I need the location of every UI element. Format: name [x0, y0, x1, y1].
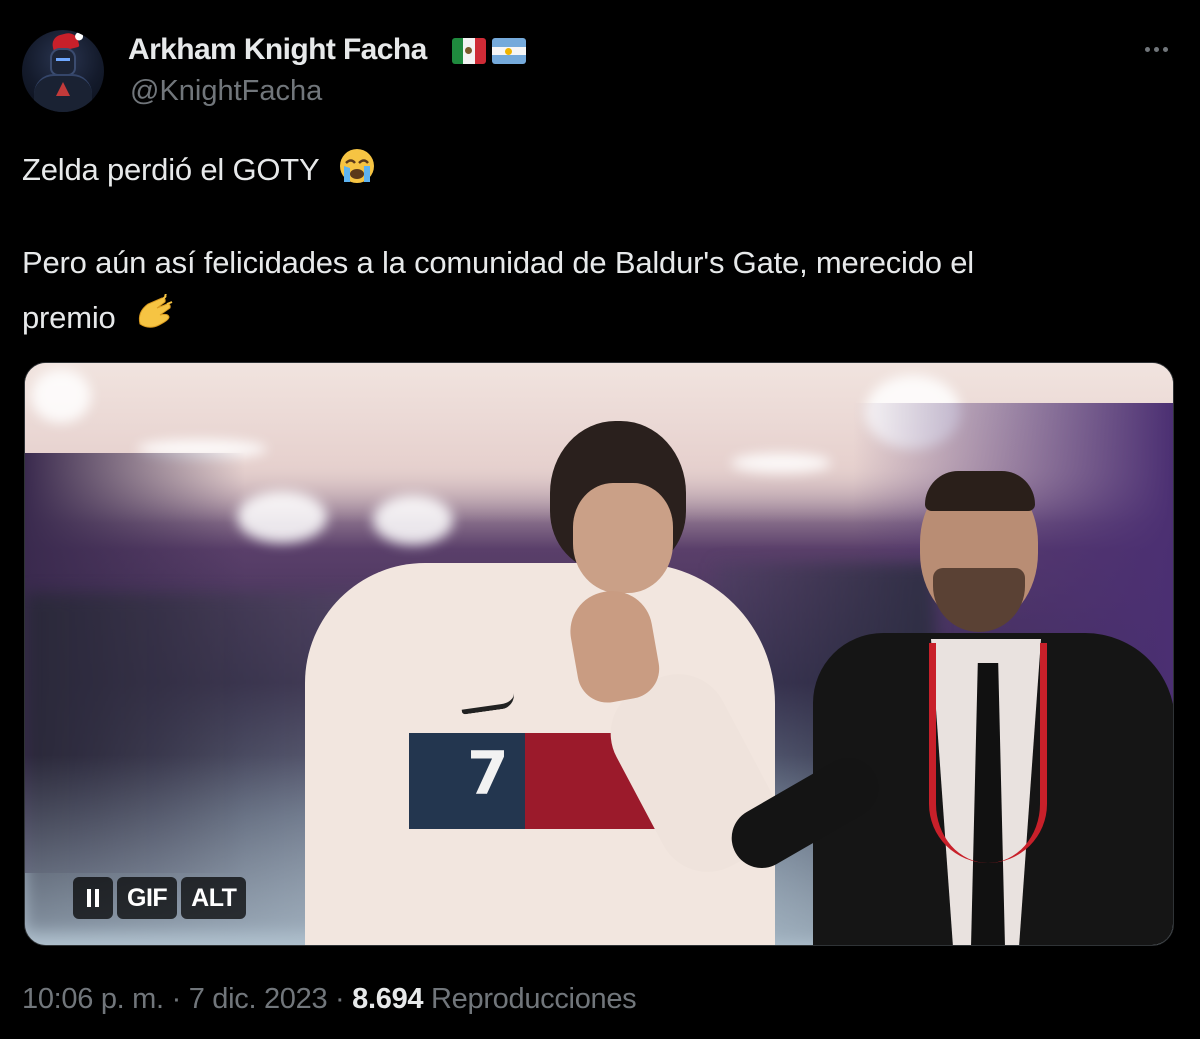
scene-light [31, 369, 91, 423]
tweet-time[interactable]: 10:06 p. m. [22, 983, 164, 1015]
scene-light [731, 453, 831, 473]
views-count: 8.694 [352, 983, 424, 1015]
tweet-text-line-1: Zelda perdió el GOTY [22, 146, 379, 194]
author-flags [452, 38, 526, 64]
tweet-text-line-3: premio [22, 293, 176, 342]
avatar[interactable] [22, 30, 104, 112]
gif-badge: GIF [117, 877, 178, 919]
more-options-icon[interactable] [1138, 36, 1174, 62]
author-display-name[interactable]: Arkham Knight Facha [128, 33, 427, 67]
scene-light [237, 491, 327, 543]
crying-face-icon [335, 146, 379, 194]
alt-text-button[interactable]: ALT [181, 877, 247, 919]
pause-icon[interactable] [73, 877, 113, 919]
mexico-flag-icon [452, 38, 486, 64]
media-badges: GIF ALT [73, 877, 247, 919]
man-hair [925, 471, 1035, 511]
tweet-text-segment: Zelda perdió el GOTY [22, 152, 319, 187]
lanyard [929, 643, 1047, 863]
tweet-text-line-2: Pero aún así felicidades a la comunidad … [22, 245, 974, 280]
player-face [573, 483, 673, 593]
scene-light [373, 495, 453, 545]
avatar-eyes [56, 58, 70, 61]
jersey-number: 7 [467, 739, 509, 809]
avatar-head [50, 48, 76, 76]
tweet-date[interactable]: 7 dic. 2023 [189, 983, 328, 1015]
meta-separator: · [171, 983, 182, 1015]
argentina-flag-icon [492, 38, 526, 64]
gif-media[interactable]: 7 GIF ALT [24, 362, 1174, 946]
views-label: Reproducciones [431, 983, 637, 1015]
tweet-text-segment: premio [22, 300, 116, 335]
author-handle[interactable]: @KnightFacha [130, 75, 322, 108]
tweet-meta: 10:06 p. m. · 7 dic. 2023 · 8.694 Reprod… [22, 983, 637, 1016]
meta-separator: · [335, 983, 345, 1015]
clapping-hands-icon [132, 293, 176, 342]
